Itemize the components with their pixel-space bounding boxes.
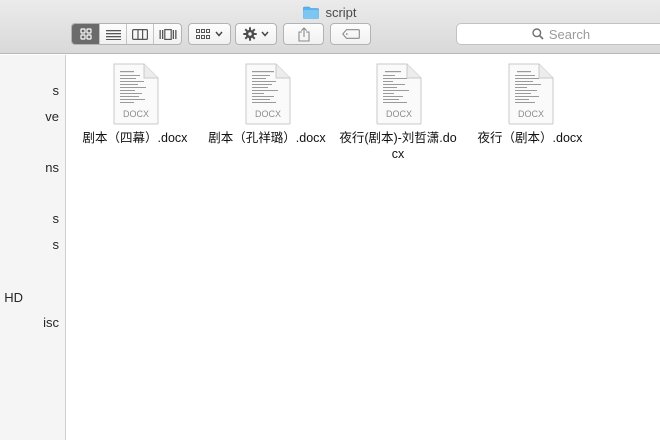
- arrange-control: [188, 23, 231, 45]
- docx-file-icon: DOCX: [113, 63, 159, 125]
- arrange-icon: [196, 28, 210, 39]
- folder-icon: [303, 6, 320, 19]
- columns-icon: [132, 28, 148, 40]
- file-browser-area: DOCX 剧本（四幕）.docx DOCX 剧本（孔祥璐）.docx DOCX …: [67, 55, 660, 440]
- action-button[interactable]: [236, 24, 276, 44]
- chevron-down-icon: [261, 31, 269, 37]
- icon-view-button[interactable]: [72, 24, 100, 44]
- file-item[interactable]: DOCX 剧本（四幕）.docx: [71, 63, 199, 146]
- sidebar-item[interactable]: s: [53, 211, 60, 226]
- docx-file-icon: DOCX: [376, 63, 422, 125]
- window-title: script: [325, 4, 357, 20]
- list-icon: [105, 29, 121, 40]
- file-name[interactable]: 夜行(剧本)-刘哲潇.docx: [339, 130, 457, 162]
- tag-icon: [341, 29, 360, 39]
- coverflow-icon: [159, 28, 176, 40]
- tag-control: [330, 23, 371, 45]
- sidebar-item[interactable]: HD: [4, 290, 23, 305]
- gear-icon: [243, 27, 257, 41]
- docx-label: DOCX: [386, 109, 412, 119]
- share-button[interactable]: [284, 24, 323, 44]
- file-name[interactable]: 剧本（孔祥璐）.docx: [208, 130, 326, 146]
- file-name[interactable]: 夜行（剧本）.docx: [471, 130, 589, 146]
- window-toolbar: script Search: [0, 0, 660, 54]
- docx-label: DOCX: [255, 109, 281, 119]
- arrange-button[interactable]: [189, 24, 230, 44]
- search-field[interactable]: Search: [456, 23, 660, 45]
- window-title-bar: script: [0, 3, 660, 21]
- sidebar-item[interactable]: s: [53, 237, 60, 252]
- view-mode-control: [71, 23, 182, 45]
- docx-file-icon: DOCX: [508, 63, 554, 125]
- coverflow-view-button[interactable]: [154, 24, 181, 44]
- search-placeholder: Search: [548, 26, 591, 42]
- docx-label: DOCX: [518, 109, 544, 119]
- share-icon: [297, 26, 310, 42]
- sidebar-item[interactable]: ve: [45, 109, 59, 124]
- file-item[interactable]: DOCX 剧本（孔祥璐）.docx: [203, 63, 331, 146]
- list-view-button[interactable]: [100, 24, 127, 44]
- file-name[interactable]: 剧本（四幕）.docx: [76, 130, 194, 146]
- grid-icon: [79, 28, 92, 40]
- sidebar-item[interactable]: isc: [43, 315, 59, 330]
- share-control: [283, 23, 324, 45]
- search-icon: [532, 28, 544, 40]
- file-item[interactable]: DOCX 夜行（剧本）.docx: [466, 63, 594, 146]
- file-item[interactable]: DOCX 夜行(剧本)-刘哲潇.docx: [334, 63, 462, 162]
- column-view-button[interactable]: [127, 24, 154, 44]
- sidebar-item[interactable]: s: [53, 83, 60, 98]
- sidebar-item[interactable]: ns: [45, 160, 59, 175]
- sidebar: s ve ns s s HD isc: [0, 55, 66, 440]
- chevron-down-icon: [215, 31, 223, 37]
- action-control: [235, 23, 277, 45]
- docx-file-icon: DOCX: [245, 63, 291, 125]
- docx-label: DOCX: [123, 109, 149, 119]
- tag-button[interactable]: [331, 24, 370, 44]
